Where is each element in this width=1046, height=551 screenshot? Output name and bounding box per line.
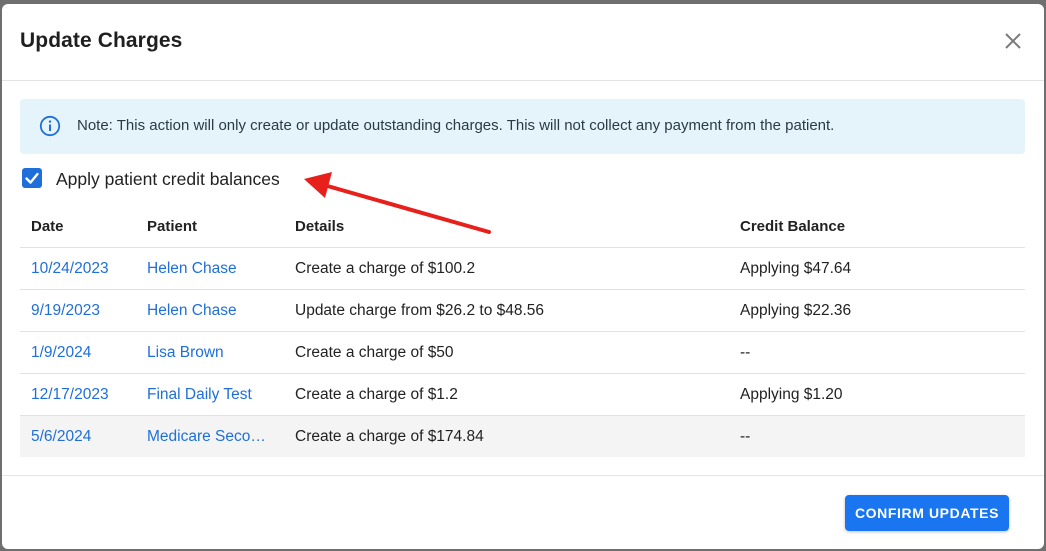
table-header: Date Patient Details Credit Balance bbox=[20, 206, 1025, 248]
table-row: 5/6/2024 Medicare Seco… Create a charge … bbox=[20, 416, 1025, 457]
table-row: 1/9/2024 Lisa Brown Create a charge of $… bbox=[20, 332, 1025, 374]
details-cell: Create a charge of $174.84 bbox=[295, 428, 484, 445]
patient-link[interactable]: Helen Chase bbox=[147, 302, 237, 320]
dialog-footer: CONFIRM UPDATES bbox=[2, 475, 1044, 549]
date-link[interactable]: 1/9/2024 bbox=[31, 344, 91, 362]
details-cell: Update charge from $26.2 to $48.56 bbox=[295, 302, 545, 319]
details-cell: Create a charge of $1.2 bbox=[295, 386, 458, 403]
info-note: Note: This action will only create or up… bbox=[20, 99, 1025, 154]
date-link[interactable]: 9/19/2023 bbox=[31, 302, 100, 320]
close-icon[interactable] bbox=[1000, 28, 1026, 54]
details-cell: Create a charge of $50 bbox=[295, 344, 454, 361]
apply-credit-label: Apply patient credit balances bbox=[56, 169, 280, 189]
apply-credit-checkbox[interactable] bbox=[22, 168, 42, 188]
credit-cell: Applying $1.20 bbox=[740, 386, 843, 403]
table-row: 9/19/2023 Helen Chase Update charge from… bbox=[20, 290, 1025, 332]
confirm-updates-button[interactable]: CONFIRM UPDATES bbox=[845, 495, 1009, 531]
column-header-credit-balance: Credit Balance bbox=[740, 218, 846, 235]
patient-link[interactable]: Helen Chase bbox=[147, 260, 237, 278]
dialog-header: Update Charges bbox=[2, 4, 1044, 81]
patient-link[interactable]: Medicare Seco… bbox=[147, 428, 266, 446]
column-header-details: Details bbox=[295, 218, 345, 235]
column-header-date: Date bbox=[31, 218, 64, 235]
credit-cell: Applying $47.64 bbox=[740, 260, 852, 277]
info-icon bbox=[39, 115, 61, 137]
patient-link[interactable]: Final Daily Test bbox=[147, 386, 252, 404]
note-text: Note: This action will only create or up… bbox=[77, 117, 835, 134]
details-cell: Create a charge of $100.2 bbox=[295, 260, 476, 277]
column-header-patient: Patient bbox=[147, 218, 198, 235]
table-row: 10/24/2023 Helen Chase Create a charge o… bbox=[20, 248, 1025, 290]
credit-cell: -- bbox=[740, 344, 751, 361]
date-link[interactable]: 10/24/2023 bbox=[31, 260, 109, 278]
credit-cell: -- bbox=[740, 428, 751, 445]
credit-cell: Applying $22.36 bbox=[740, 302, 852, 319]
charges-table: Date Patient Details Credit Balance 10/2… bbox=[20, 206, 1025, 457]
table-row: 12/17/2023 Final Daily Test Create a cha… bbox=[20, 374, 1025, 416]
dialog-title: Update Charges bbox=[20, 29, 183, 52]
date-link[interactable]: 5/6/2024 bbox=[31, 428, 91, 446]
date-link[interactable]: 12/17/2023 bbox=[31, 386, 109, 404]
checkmark-icon bbox=[25, 172, 39, 184]
patient-link[interactable]: Lisa Brown bbox=[147, 344, 224, 362]
update-charges-dialog: Update Charges Note: This action will on… bbox=[2, 4, 1044, 549]
